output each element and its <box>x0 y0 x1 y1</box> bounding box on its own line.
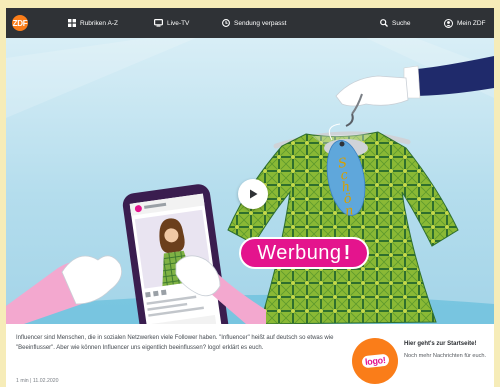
tv-icon <box>154 19 163 27</box>
nav-live-tv[interactable]: Live-TV <box>154 8 189 38</box>
play-icon <box>250 189 258 199</box>
grid-icon <box>68 19 76 27</box>
search-icon <box>380 19 388 27</box>
top-navbar: ZDF Rubriken A-Z Live-TV Sendung verpass… <box>6 8 494 38</box>
zdf-logo-mark: ZDF <box>12 15 28 31</box>
nav-sendung-verpasst[interactable]: Sendung verpasst <box>222 8 286 38</box>
werbung-badge-text: Werbung <box>257 241 342 264</box>
play-button[interactable] <box>238 179 268 209</box>
nav-sendung-verpasst-label: Sendung verpasst <box>234 19 287 27</box>
nav-suche[interactable]: Suche <box>380 8 410 38</box>
promo-subtitle: Noch mehr Nachrichten für euch. <box>404 353 487 359</box>
promo-title[interactable]: Hier geht's zur Startseite! <box>404 341 476 347</box>
user-icon <box>444 18 453 28</box>
werbung-badge: Werbung! <box>239 237 369 269</box>
werbung-badge-excl: ! <box>343 241 351 264</box>
nav-mein-zdf[interactable]: Mein ZDF <box>444 8 486 38</box>
teaser-description: Influencer sind Menschen, die in soziale… <box>16 335 334 351</box>
logo-kids-badge[interactable]: logo! <box>352 338 398 384</box>
nav-suche-label: Suche <box>392 19 411 27</box>
zdf-logo[interactable]: ZDF <box>12 15 28 31</box>
nav-live-tv-label: Live-TV <box>167 19 190 27</box>
teaser-meta: 1 min | 11.02.2020 <box>16 378 59 384</box>
page-frame: ZDF Rubriken A-Z Live-TV Sendung verpass… <box>6 8 494 387</box>
nav-rubriken[interactable]: Rubriken A-Z <box>68 8 118 38</box>
nav-mein-zdf-label: Mein ZDF <box>457 19 486 27</box>
hero-video[interactable]: S c h ö n Werbung! <box>6 38 494 324</box>
logo-kids-badge-text: logo! <box>361 353 389 369</box>
nav-rubriken-label: Rubriken A-Z <box>80 19 118 27</box>
clock-icon <box>222 19 230 27</box>
